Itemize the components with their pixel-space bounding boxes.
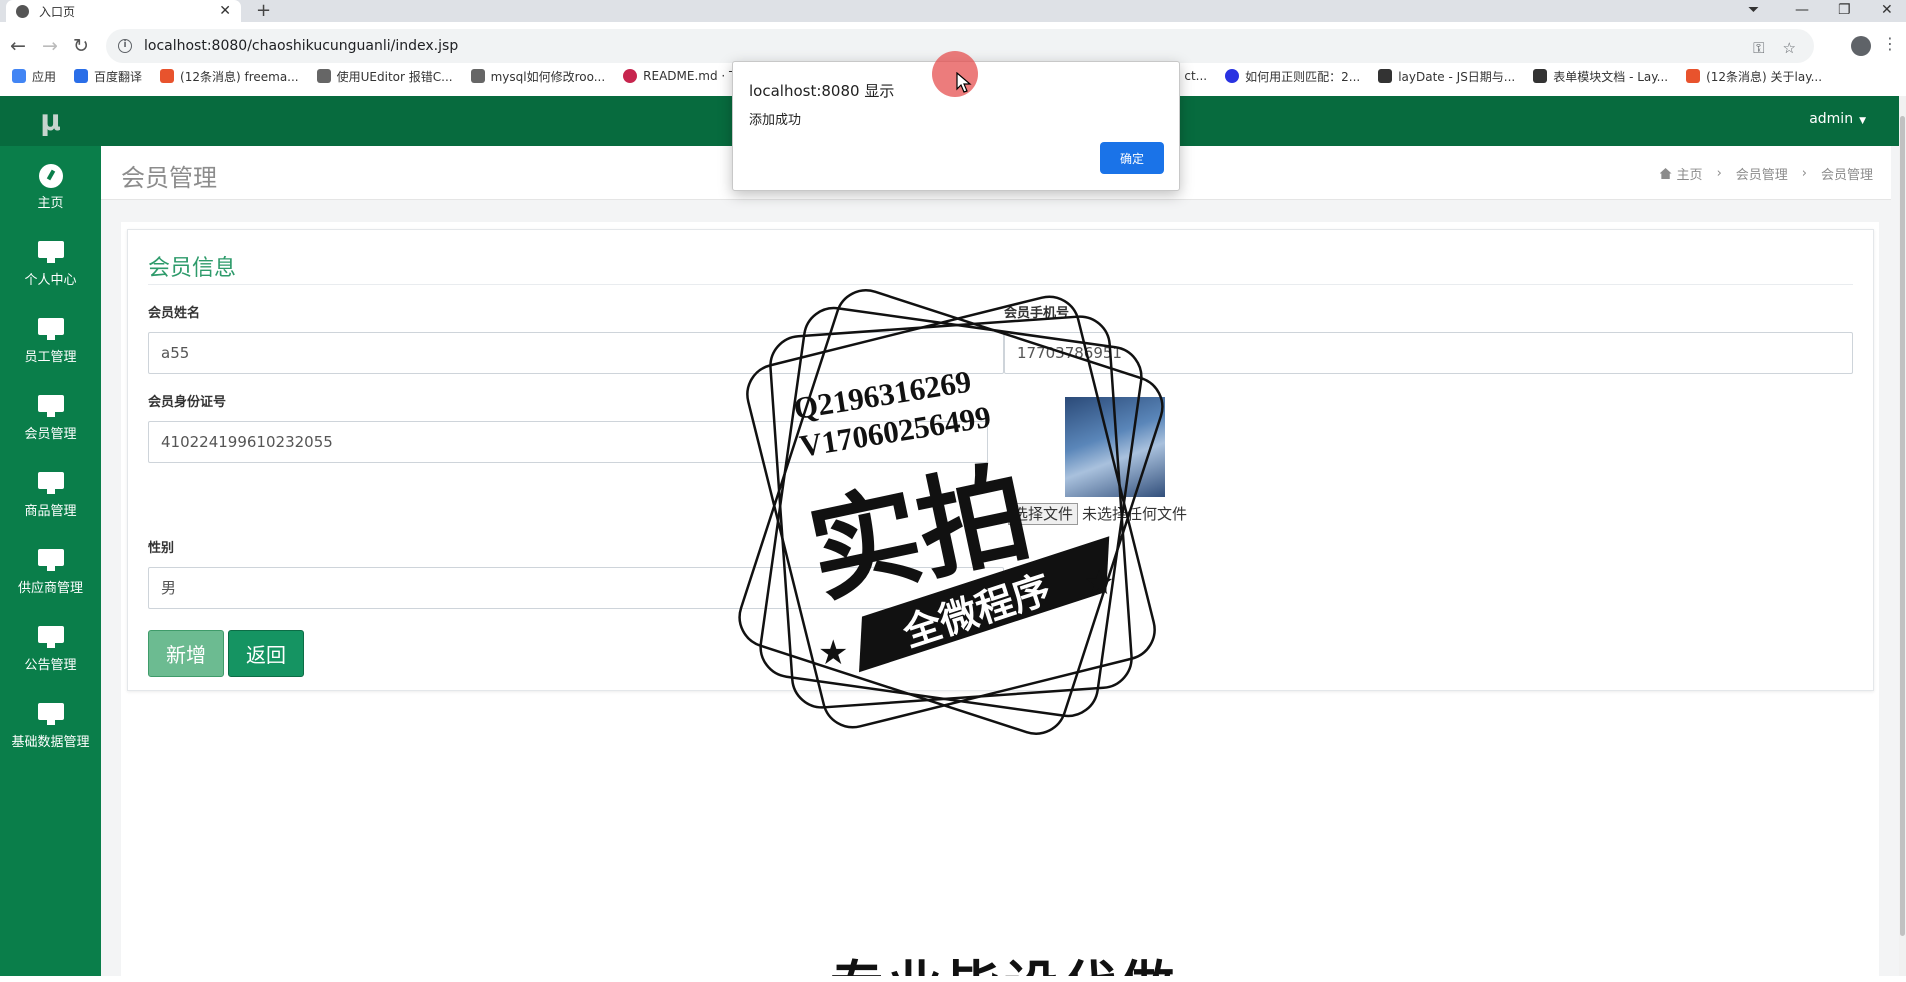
browser-tab[interactable]: 入口页 ✕ xyxy=(6,0,241,22)
csdn-icon xyxy=(1686,69,1701,83)
restore-button[interactable]: ❐ xyxy=(1838,0,1851,22)
translate-icon xyxy=(74,69,89,83)
breadcrumb-current: 会员管理 xyxy=(1820,168,1873,183)
key-icon[interactable]: ⚿ xyxy=(1753,39,1764,57)
bookmark-item[interactable]: README.md · T xyxy=(623,69,736,83)
bookmark-item[interactable]: 如何用正则匹配：2... xyxy=(1225,68,1360,85)
sidebar-item-notices[interactable]: 公告管理 xyxy=(0,611,101,688)
breadcrumb-home[interactable]: 主页 xyxy=(1659,164,1703,183)
star-icon: ★ xyxy=(1084,563,1114,603)
caret-down-icon: ▼ xyxy=(1859,116,1866,126)
page-title: 会员管理 xyxy=(121,164,217,192)
window-close-button[interactable]: ✕ xyxy=(1881,0,1893,22)
sidebar-item-basic-data[interactable]: 基础数据管理 xyxy=(0,688,101,765)
monitor-icon xyxy=(37,241,64,263)
site-info-icon[interactable]: i xyxy=(118,39,132,53)
mouse-cursor-icon xyxy=(956,72,972,93)
profile-icon[interactable] xyxy=(1851,36,1871,56)
back-button[interactable]: 返回 xyxy=(228,630,304,677)
reload-icon[interactable]: ↻ xyxy=(67,32,95,60)
watermark-stamp: Q2196316269 V17060256499 实拍 全微程序 ★ ★ xyxy=(738,289,1164,735)
csdn-icon xyxy=(160,69,175,83)
monitor-icon xyxy=(37,626,64,648)
sidebar-item-employees[interactable]: 员工管理 xyxy=(0,303,101,380)
dashboard-icon xyxy=(38,164,63,188)
dialog-message: 添加成功 xyxy=(749,113,802,128)
bookmark-item[interactable]: 应用 xyxy=(12,68,56,85)
bookmark-item[interactable]: (12条消息) freema... xyxy=(160,68,299,85)
kebab-menu-icon[interactable]: ⋮ xyxy=(1882,34,1898,53)
site-icon xyxy=(316,69,331,83)
add-button[interactable]: 新增 xyxy=(148,630,224,677)
user-menu[interactable]: admin ▼ xyxy=(1809,111,1866,127)
bookmark-item[interactable]: (12条消息) 关于lay... xyxy=(1686,68,1822,85)
sidebar: μ 主页 个人中心 员工管理 会员管理 商品管理 供应商管理 公告管理 基础数据… xyxy=(0,96,101,976)
sidebar-item-suppliers[interactable]: 供应商管理 xyxy=(0,534,101,611)
monitor-icon xyxy=(37,703,64,725)
chevron-right-icon: › xyxy=(1801,166,1807,181)
scrollbar-thumb[interactable] xyxy=(1900,116,1905,936)
tab-close-icon[interactable]: ✕ xyxy=(219,3,231,19)
globe-icon xyxy=(16,4,29,18)
new-tab-button[interactable]: + xyxy=(256,0,271,22)
layui-icon xyxy=(1533,69,1548,83)
star-icon: ★ xyxy=(818,633,848,673)
url-text: localhost:8080/chaoshikucunguanli/index.… xyxy=(144,38,459,54)
gender-label: 性别 xyxy=(148,541,175,556)
gitee-icon xyxy=(623,69,638,83)
sidebar-item-members[interactable]: 会员管理 xyxy=(0,380,101,457)
bookmark-item[interactable]: 百度翻译 xyxy=(74,68,142,85)
monitor-icon xyxy=(37,318,64,340)
sidebar-item-profile[interactable]: 个人中心 xyxy=(0,226,101,303)
forward-arrow-icon[interactable]: → xyxy=(36,32,64,60)
back-arrow-icon[interactable]: ← xyxy=(4,32,32,60)
minimize-button[interactable]: — xyxy=(1795,0,1809,22)
sidebar-item-home[interactable]: 主页 xyxy=(0,149,101,226)
monitor-icon xyxy=(37,549,64,571)
app-logo[interactable]: μ xyxy=(0,96,101,146)
name-label: 会员姓名 xyxy=(148,306,201,321)
chrome-menu-icon[interactable]: ⏷ xyxy=(1748,0,1759,22)
bookmark-item[interactable]: 使用UEditor 报错C... xyxy=(316,68,453,85)
monitor-icon xyxy=(37,472,64,494)
breadcrumb-item[interactable]: 会员管理 xyxy=(1736,164,1788,183)
dialog-title: localhost:8080 显示 xyxy=(749,82,895,100)
layui-icon xyxy=(1378,69,1393,83)
home-icon xyxy=(1659,168,1672,179)
chevron-right-icon: › xyxy=(1716,166,1722,181)
watermark-bottom-text: 专业毕设代做 xyxy=(830,942,1178,976)
bookmark-star-icon[interactable]: ☆ xyxy=(1783,39,1796,57)
bookmark-item[interactable]: 表单模块文档 - Lay... xyxy=(1533,68,1668,85)
tab-title: 入口页 xyxy=(39,4,76,19)
site-icon xyxy=(470,69,485,83)
baidu-paw-icon xyxy=(1225,69,1240,83)
browser-tabstrip: 入口页 ✕ + ⏷ — ❐ ✕ xyxy=(0,0,1906,22)
card-title: 会员信息 xyxy=(148,256,237,281)
page-scrollbar[interactable] xyxy=(1899,96,1906,976)
bookmark-item[interactable]: mysql如何修改roo... xyxy=(470,68,605,85)
bookmark-item[interactable]: ct... xyxy=(1184,69,1207,83)
breadcrumb: 主页 › 会员管理 › 会员管理 xyxy=(1659,164,1873,183)
idcard-label: 会员身份证号 xyxy=(148,395,227,410)
apps-grid-icon xyxy=(12,69,26,83)
monitor-icon xyxy=(37,395,64,417)
dialog-ok-button[interactable]: 确定 xyxy=(1100,142,1164,174)
bookmark-item[interactable]: layDate - JS日期与... xyxy=(1378,68,1515,85)
sidebar-item-products[interactable]: 商品管理 xyxy=(0,457,101,534)
